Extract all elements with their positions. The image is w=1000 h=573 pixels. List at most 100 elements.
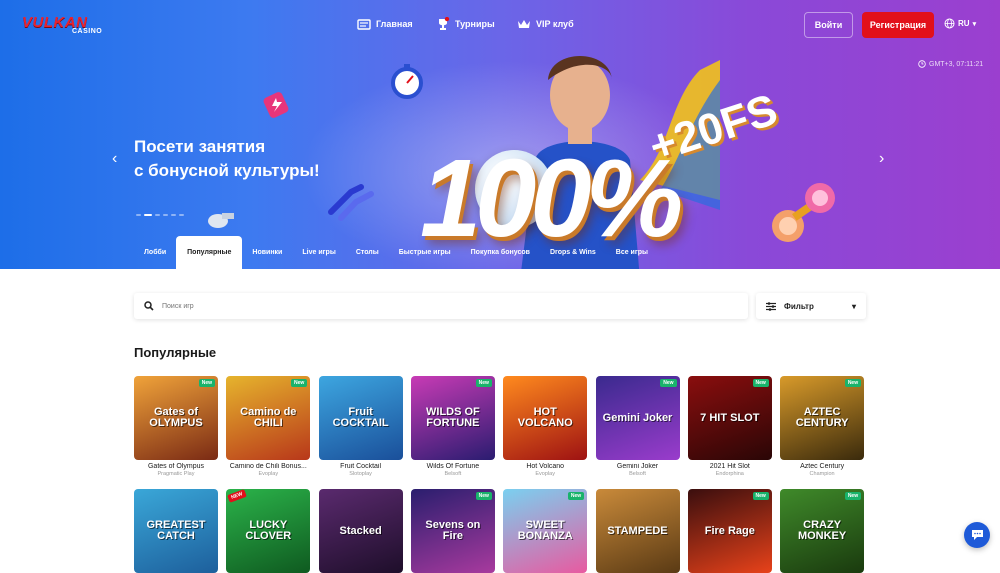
- game-card[interactable]: Fruit COCKTAIL Fruit Cocktail Slotoplay: [318, 376, 403, 477]
- trophy-icon: [439, 17, 450, 30]
- game-card[interactable]: AZTEC CENTURY New Aztec Century Champion: [780, 376, 865, 477]
- game-thumbnail-title: WILDS OF FORTUNE: [426, 406, 480, 429]
- new-badge: New: [752, 379, 769, 387]
- tab-fast-games[interactable]: Быстрые игры: [389, 236, 461, 269]
- game-thumbnail-title: 7 HIT SLOT: [700, 411, 760, 424]
- vulkan-logo[interactable]: VULKAN CASINO: [22, 14, 102, 38]
- game-name: Gemini Joker: [616, 463, 659, 470]
- whistle-icon: [208, 213, 234, 228]
- banner-dot[interactable]: [155, 214, 160, 216]
- game-thumbnail-title: GREATEST CATCH: [146, 519, 206, 542]
- game-name: Fruit Cocktail: [340, 463, 382, 470]
- nav-home[interactable]: Главная: [357, 17, 413, 31]
- game-thumbnail[interactable]: STAMPEDE: [595, 489, 680, 573]
- new-badge: NEW: [227, 489, 247, 503]
- game-thumbnail[interactable]: LUCKY CLOVER NEW: [226, 489, 311, 573]
- game-card[interactable]: HOT VOLCANO Hot Volcano Evoplay: [503, 376, 588, 477]
- tab-lobby[interactable]: Лобби: [134, 236, 176, 269]
- hero-banner: 100% +20FS VULKAN CASINO Главная Турниры…: [0, 0, 1000, 269]
- game-thumbnail[interactable]: AZTEC CENTURY New: [780, 376, 865, 460]
- game-thumbnail[interactable]: HOT VOLCANO: [503, 376, 588, 460]
- game-thumbnail[interactable]: Fruit COCKTAIL: [318, 376, 403, 460]
- game-thumbnail-title: Fruit COCKTAIL: [332, 406, 389, 429]
- game-card[interactable]: Gemini Joker New Gemini Joker Belsoft: [595, 376, 680, 477]
- game-card[interactable]: STAMPEDE: [595, 489, 680, 573]
- stopwatch-icon: [391, 64, 423, 99]
- clock-display: GMT+3, 07:11:21: [918, 60, 983, 68]
- game-name: Camino de Chili Bonus...: [229, 463, 307, 470]
- clock-icon: [918, 60, 926, 68]
- game-thumbnail-title: Gemini Joker: [602, 411, 673, 424]
- game-thumbnail[interactable]: Fire Rage New: [687, 489, 772, 573]
- banner-prev-button[interactable]: ‹: [112, 150, 117, 168]
- tab-drops-wins[interactable]: Drops & Wins: [540, 236, 606, 269]
- filter-icon: [766, 301, 776, 311]
- dumbbell-icon: [772, 183, 835, 242]
- tab-all-games[interactable]: Все игры: [606, 236, 658, 269]
- game-thumbnail[interactable]: Gates of OLYMPUS New: [134, 376, 218, 460]
- nav-vip[interactable]: VIP клуб: [517, 17, 574, 31]
- tab-live[interactable]: Live игры: [292, 236, 345, 269]
- game-thumbnail[interactable]: Stacked: [318, 489, 403, 573]
- search-icon: [144, 301, 154, 311]
- game-thumbnail[interactable]: Sevens on Fire New: [410, 489, 495, 573]
- game-thumbnail[interactable]: 7 HIT SLOT New: [687, 376, 772, 460]
- banner-next-button[interactable]: ›: [879, 150, 884, 168]
- nav-home-label: Главная: [376, 19, 413, 29]
- register-button[interactable]: Регистрация: [862, 12, 934, 38]
- banner-dot[interactable]: [136, 214, 141, 216]
- new-badge: New: [752, 492, 769, 500]
- game-card[interactable]: WILDS OF FORTUNE New Wilds Of Fortune Belso…: [410, 376, 495, 477]
- game-card[interactable]: CRAZY MONKEY New: [780, 489, 865, 573]
- game-card[interactable]: Stacked: [318, 489, 403, 573]
- nav-tournaments[interactable]: Турниры: [436, 17, 495, 31]
- game-thumbnail[interactable]: SWEET BONANZA New: [503, 489, 588, 573]
- chevron-down-icon: ▾: [972, 20, 977, 28]
- banner-dot[interactable]: [179, 214, 184, 216]
- game-card[interactable]: Sevens on Fire New: [410, 489, 495, 573]
- game-name: Aztec Century: [800, 463, 845, 470]
- game-card[interactable]: Camino de CHILI New Camino de Chili Bonus.…: [226, 376, 311, 477]
- banner-dot[interactable]: [163, 214, 168, 216]
- filter-label: Фильтр: [784, 301, 814, 311]
- game-thumbnail[interactable]: WILDS OF FORTUNE New: [410, 376, 495, 460]
- game-thumbnail[interactable]: Gemini Joker New: [595, 376, 680, 460]
- tab-new[interactable]: Новинки: [242, 236, 292, 269]
- hand-gripper-icon: [328, 184, 374, 221]
- game-thumbnail-title: SWEET BONANZA: [517, 519, 573, 542]
- game-thumbnail[interactable]: Camino de CHILI New: [226, 376, 311, 460]
- game-thumbnail[interactable]: GREATEST CATCH: [134, 489, 218, 573]
- banner-dot[interactable]: [171, 214, 176, 216]
- game-provider: Endorphina: [715, 471, 744, 477]
- game-thumbnail-title: Camino de CHILI: [240, 406, 297, 429]
- banner-dot[interactable]: [144, 214, 152, 216]
- game-search[interactable]: [134, 293, 748, 319]
- new-badge: New: [660, 379, 677, 387]
- banner-title-line2: с бонусной культуры!: [134, 161, 320, 180]
- section-title: Популярные: [134, 345, 217, 360]
- language-selector[interactable]: RU ▾: [944, 18, 976, 29]
- login-button[interactable]: Войти: [804, 12, 853, 38]
- search-input[interactable]: [162, 302, 662, 310]
- tab-popular[interactable]: Популярные: [176, 236, 243, 269]
- support-chat-button[interactable]: [964, 522, 990, 548]
- energy-drink-icon: [263, 92, 289, 118]
- game-provider: Champion: [809, 471, 835, 477]
- game-card[interactable]: 7 HIT SLOT New 2021 Hit Slot Endorphina: [687, 376, 772, 477]
- filter-dropdown[interactable]: Фильтр ▾: [756, 293, 866, 319]
- game-card[interactable]: Fire Rage New: [687, 489, 772, 573]
- game-card[interactable]: GREATEST CATCH: [134, 489, 218, 573]
- new-badge: New: [475, 379, 492, 387]
- game-card[interactable]: LUCKY CLOVER NEW: [226, 489, 311, 573]
- game-card[interactable]: Gates of OLYMPUS New Gates of Olympus Pragm…: [134, 376, 218, 477]
- new-badge: New: [567, 492, 585, 500]
- game-thumbnail[interactable]: CRAZY MONKEY New: [780, 489, 865, 573]
- tab-tables[interactable]: Столы: [346, 236, 389, 269]
- tab-bonus-buy[interactable]: Покупка бонусов: [461, 236, 540, 269]
- game-provider: Belsoft: [629, 471, 646, 477]
- nav-vip-label: VIP клуб: [536, 19, 574, 29]
- game-thumbnail-title: STAMPEDE: [607, 524, 668, 537]
- game-card[interactable]: SWEET BONANZA New: [503, 489, 588, 573]
- game-provider: Belsoft: [444, 471, 462, 477]
- game-name: Gates of Olympus: [147, 463, 205, 470]
